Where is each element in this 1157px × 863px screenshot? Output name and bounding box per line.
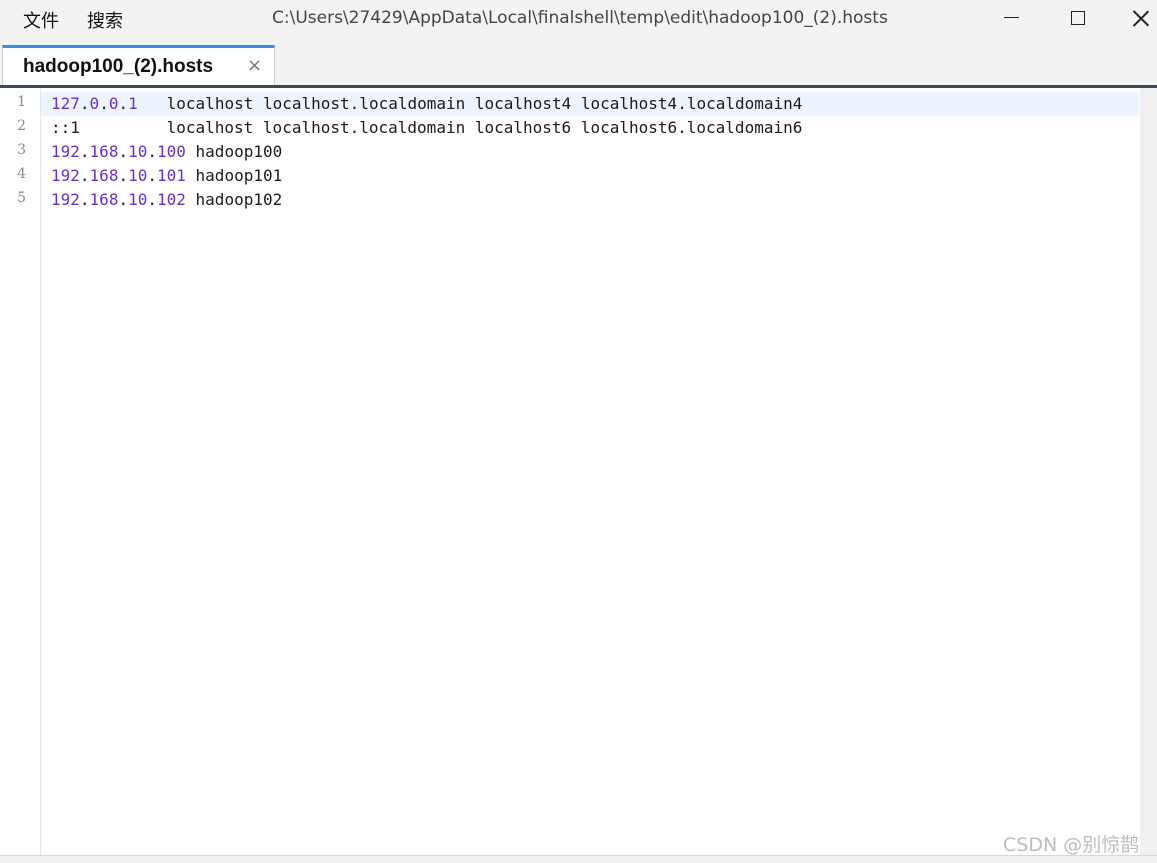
line-number: 3 — [17, 142, 26, 158]
ip-octet: 101 — [157, 166, 186, 185]
ip-octet: 10 — [128, 166, 148, 185]
tab-hosts-file[interactable]: hadoop100_(2).hosts × — [2, 45, 275, 85]
code-line[interactable]: 192.168.10.101 hadoop101 — [51, 164, 282, 188]
ip-octet: 127 — [51, 94, 80, 113]
maximize-button[interactable] — [1055, 0, 1101, 36]
ip-octet: 192 — [51, 166, 80, 185]
hostnames: hadoop102 — [185, 190, 283, 209]
menu-search[interactable]: 搜索 — [87, 7, 123, 33]
vertical-scrollbar[interactable] — [1140, 88, 1157, 856]
minimize-button[interactable] — [989, 0, 1035, 36]
watermark: CSDN @别惊鹊 — [1003, 834, 1140, 856]
close-icon — [1132, 9, 1150, 27]
line-number-gutter: 1 2 3 4 5 — [0, 88, 41, 856]
line-number: 2 — [17, 118, 26, 134]
code-line[interactable]: ::1 localhost localhost.localdomain loca… — [51, 116, 802, 140]
hostnames: hadoop100 — [185, 142, 283, 161]
line-number: 4 — [17, 166, 26, 182]
maximize-icon — [1071, 11, 1085, 25]
code-line[interactable]: 127.0.0.1 localhost localhost.localdomai… — [51, 92, 802, 116]
title-bar: 文件 搜索 C:\Users\27429\AppData\Local\final… — [0, 0, 1157, 38]
line-text: ::1 localhost localhost.localdomain loca… — [51, 118, 803, 137]
hostnames: localhost localhost.localdomain localhos… — [137, 94, 803, 113]
ip-octet: 100 — [157, 142, 186, 161]
tab-label: hadoop100_(2).hosts — [23, 56, 214, 77]
ip-octet: 10 — [128, 142, 148, 161]
editor[interactable]: 1 2 3 4 5 127.0.0.1 localhost localhost.… — [0, 88, 1157, 862]
ip-octet: 10 — [128, 190, 148, 209]
code-line[interactable]: 192.168.10.100 hadoop100 — [51, 140, 282, 164]
ip-octet: 192 — [51, 142, 80, 161]
ip-octet: 168 — [89, 190, 119, 209]
line-number: 5 — [17, 190, 26, 206]
menu-file[interactable]: 文件 — [23, 7, 59, 33]
ip-octet: 168 — [89, 142, 119, 161]
window-title: C:\Users\27429\AppData\Local\finalshell\… — [272, 8, 888, 28]
tab-strip: hadoop100_(2).hosts × — [0, 38, 1157, 88]
ip-octet: 0 — [89, 94, 100, 113]
minimize-icon — [1004, 17, 1019, 18]
hostnames: hadoop101 — [185, 166, 283, 185]
code-line[interactable]: 192.168.10.102 hadoop102 — [51, 188, 282, 212]
tab-close-icon[interactable]: × — [247, 55, 262, 76]
code-area[interactable]: 127.0.0.1 localhost localhost.localdomai… — [41, 88, 1139, 856]
ip-octet: 168 — [89, 166, 119, 185]
ip-octet: 192 — [51, 190, 80, 209]
ip-octet: 102 — [157, 190, 186, 209]
close-window-button[interactable] — [1120, 0, 1157, 36]
ip-octet: 1 — [128, 94, 138, 113]
line-number: 1 — [17, 94, 26, 110]
